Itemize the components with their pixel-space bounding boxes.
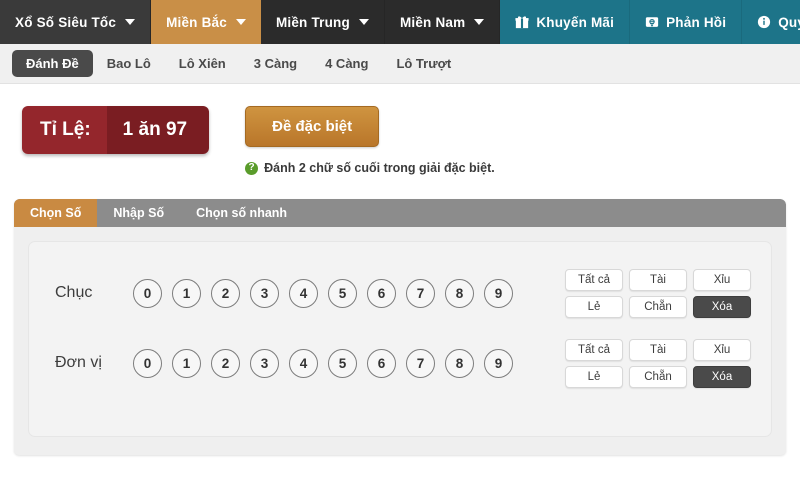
- digit-circle-7[interactable]: 7: [406, 278, 435, 308]
- gift-icon: [515, 15, 529, 29]
- special-bet-button[interactable]: Đề đặc biệt: [245, 106, 380, 147]
- digit-circle-7[interactable]: 7: [406, 348, 435, 378]
- panel-tab-2[interactable]: Nhập Số: [97, 199, 180, 227]
- nav-item-3[interactable]: Miền Trung: [260, 0, 385, 44]
- question-icon: ?: [245, 161, 259, 175]
- digit-circle-8[interactable]: 8: [445, 278, 474, 308]
- nav-item-7[interactable]: Quy Định: [742, 0, 800, 44]
- chevron-down-icon: [474, 19, 485, 25]
- quick-button-xóa[interactable]: Xóa: [693, 365, 751, 388]
- quick-button-row-top: Tất cả Tài Xỉu: [565, 338, 751, 361]
- panel-tab-3[interactable]: Chọn số nhanh: [180, 199, 303, 227]
- digit-circle-6[interactable]: 6: [367, 278, 396, 308]
- digit-circle-3[interactable]: 3: [250, 348, 279, 378]
- digit-circle-9[interactable]: 9: [484, 348, 513, 378]
- info-icon: [757, 15, 771, 29]
- quick-button-xỉu[interactable]: Xỉu: [693, 338, 751, 361]
- digit-circle-1[interactable]: 1: [172, 278, 201, 308]
- hint-text: Đánh 2 chữ số cuối trong giải đặc biệt.: [264, 161, 495, 175]
- nav-item-label: Phản Hồi: [666, 14, 727, 30]
- game-tab-3[interactable]: Lô Xiên: [165, 50, 240, 77]
- digit-circle-2[interactable]: 2: [211, 278, 240, 308]
- nav-item-label: Khuyến Mãi: [536, 14, 615, 30]
- chevron-down-icon: [235, 19, 246, 25]
- nav-item-label: Miền Bắc: [166, 14, 227, 30]
- panel-tab-1[interactable]: Chọn Số: [14, 199, 98, 227]
- digit-circle-4[interactable]: 4: [289, 348, 318, 378]
- digit-circle-9[interactable]: 9: [484, 278, 513, 308]
- digit-circle-6[interactable]: 6: [367, 348, 396, 378]
- nav-item-label: Quy Định: [778, 14, 800, 30]
- quick-button-lẻ[interactable]: Lẻ: [565, 295, 623, 318]
- digit-row-label: Đơn vị: [55, 354, 102, 371]
- ratio-box: Tỉ Lệ: 1 ăn 97: [22, 106, 210, 154]
- game-tab-2[interactable]: Bao Lô: [93, 50, 165, 77]
- quick-button-xỉu[interactable]: Xỉu: [693, 268, 751, 291]
- nav-item-label: Xổ Số Siêu Tốc: [15, 14, 117, 30]
- quick-button-row-bottom: Lẻ Chẵn Xóa: [565, 295, 751, 318]
- ratio-value: 1 ăn 97: [106, 106, 210, 154]
- quick-select-buttons: Tất cả Tài Xỉu Lẻ Chẵn Xóa: [565, 268, 759, 318]
- digit-circle-1[interactable]: 1: [172, 348, 201, 378]
- main-content: Tỉ Lệ: 1 ăn 97 Đề đặc biệt ? Đánh 2 chữ …: [0, 84, 800, 455]
- hint-text-row: ? Đánh 2 chữ số cuối trong giải đặc biệt…: [245, 161, 495, 175]
- chevron-down-icon: [358, 19, 369, 25]
- nav-item-6[interactable]: Phản Hồi: [630, 0, 743, 44]
- quick-button-tài[interactable]: Tài: [629, 268, 687, 291]
- game-type-tabs: Đánh Đề Bao Lô Lô Xiên 3 Càng 4 Càng Lô Trượt: [0, 44, 800, 84]
- quick-button-tất-cả[interactable]: Tất cả: [565, 338, 623, 361]
- quick-button-row-top: Tất cả Tài Xỉu: [565, 268, 751, 291]
- digit-circle-8[interactable]: 8: [445, 348, 474, 378]
- digit-circle-5[interactable]: 5: [328, 278, 357, 308]
- quick-select-buttons: Tất cả Tài Xỉu Lẻ Chẵn Xóa: [565, 338, 759, 388]
- ratio-and-action-row: Tỉ Lệ: 1 ăn 97 Đề đặc biệt ? Đánh 2 chữ …: [14, 84, 786, 175]
- quick-button-chẵn[interactable]: Chẵn: [629, 295, 687, 318]
- quick-button-chẵn[interactable]: Chẵn: [629, 365, 687, 388]
- nav-item-1[interactable]: Xổ Số Siêu Tốc: [0, 0, 152, 44]
- top-navigation: Xổ Số Siêu Tốc Miền Bắc Miền Trung Miền Nam…: [0, 0, 800, 44]
- nav-item-label: Miền Nam: [399, 14, 466, 30]
- digit-row-label: Chục: [55, 284, 93, 301]
- digit-circle-3[interactable]: 3: [250, 278, 279, 308]
- digit-circle-2[interactable]: 2: [211, 348, 240, 378]
- quick-button-tất-cả[interactable]: Tất cả: [565, 268, 623, 291]
- game-tab-6[interactable]: Lô Trượt: [382, 50, 465, 77]
- nav-item-5[interactable]: Khuyến Mãi: [500, 0, 631, 44]
- quick-button-row-bottom: Lẻ Chẵn Xóa: [565, 365, 751, 388]
- game-tab-4[interactable]: 3 Càng: [240, 50, 311, 77]
- game-tab-5[interactable]: 4 Càng: [311, 50, 382, 77]
- quick-button-lẻ[interactable]: Lẻ: [565, 365, 623, 388]
- quick-button-xóa[interactable]: Xóa: [693, 295, 751, 318]
- app-page: Xổ Số Siêu Tốc Miền Bắc Miền Trung Miền Nam…: [0, 0, 800, 500]
- digit-circle-group: 0123456789: [133, 278, 513, 308]
- digit-circle-5[interactable]: 5: [328, 348, 357, 378]
- action-column: Đề đặc biệt ? Đánh 2 chữ số cuối trong g…: [245, 106, 495, 175]
- quick-button-tài[interactable]: Tài: [629, 338, 687, 361]
- panel-tab-bar: Chọn Số Nhập Số Chọn số nhanh: [14, 199, 786, 227]
- nav-item-2[interactable]: Miền Bắc: [151, 0, 261, 44]
- nav-item-4[interactable]: Miền Nam: [384, 0, 501, 44]
- digit-row-1: Chục 0 1 2 3 4 5 6 7 8 9 Tất cả Tài Xỉu Lẻ Chẵn Xóa: [41, 258, 759, 328]
- digit-row-2: Đơn vị 0 1 2 3 4 5 6 7 8 9 Tất cả Tài Xỉu Lẻ Chẵn Xóa: [41, 328, 759, 398]
- number-selection-panel: Chọn Số Nhập Số Chọn số nhanh Chục 0 1 2 3 4 5 6 7…: [14, 199, 786, 455]
- panel-inner: Chục 0 1 2 3 4 5 6 7 8 9 Tất cả Tài Xỉu Lẻ Chẵn Xóa Đơn v…: [28, 241, 772, 437]
- game-tab-1[interactable]: Đánh Đề: [12, 50, 93, 77]
- digit-circle-4[interactable]: 4: [289, 278, 318, 308]
- digit-circle-0[interactable]: 0: [133, 348, 162, 378]
- digit-circle-0[interactable]: 0: [133, 278, 162, 308]
- digit-circle-group: 0123456789: [133, 348, 513, 378]
- feedback-icon: [645, 15, 659, 29]
- nav-item-label: Miền Trung: [275, 14, 350, 30]
- ratio-label: Tỉ Lệ:: [22, 106, 107, 154]
- chevron-down-icon: [125, 19, 136, 25]
